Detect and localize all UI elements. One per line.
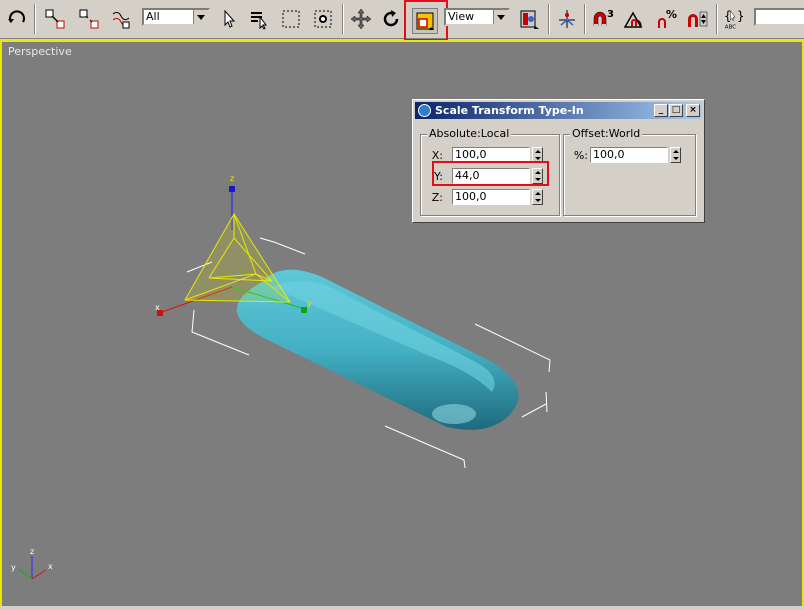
select-and-manipulate-icon[interactable] xyxy=(554,6,580,32)
svg-text:x: x xyxy=(48,562,53,571)
close-button[interactable]: × xyxy=(686,104,700,117)
angle-snap-icon[interactable] xyxy=(622,6,648,32)
toolbar-separator xyxy=(34,4,36,34)
select-and-rotate-icon[interactable] xyxy=(378,6,404,32)
snaps-toggle-icon[interactable]: 3 xyxy=(590,6,616,32)
percent-label: %: xyxy=(573,149,588,162)
offset-world-group: Offset:World %: 100,0 xyxy=(563,128,696,216)
svg-text:3: 3 xyxy=(607,9,614,20)
svg-text:ABC: ABC xyxy=(725,24,737,30)
selection-filter-value: All xyxy=(146,10,160,23)
z-scale-field[interactable]: 100,0 xyxy=(452,189,530,205)
gizmo-z-handle xyxy=(229,186,235,192)
svg-text:z: z xyxy=(30,547,34,556)
scale-transform-type-in-dialog: Scale Transform Type-In _ □ × Absolute:L… xyxy=(412,99,705,223)
rectangular-selection-icon[interactable] xyxy=(278,6,304,32)
dialog-title-bar[interactable]: Scale Transform Type-In _ □ × xyxy=(415,102,702,119)
gizmo-z-label: z xyxy=(230,174,234,183)
y-field-highlight xyxy=(432,161,549,186)
dialog-title: Scale Transform Type-In xyxy=(435,104,584,117)
reference-coordinate-dropdown[interactable]: View xyxy=(444,8,510,26)
bind-space-warp-icon[interactable] xyxy=(108,6,134,32)
chevron-down-icon xyxy=(193,10,208,24)
toolbar-separator xyxy=(716,4,718,34)
absolute-local-label: Absolute:Local xyxy=(427,127,512,140)
app-logo-icon xyxy=(418,104,431,117)
unlink-icon[interactable] xyxy=(76,6,102,32)
select-link-icon[interactable] xyxy=(42,6,68,32)
offset-percent-field[interactable]: 100,0 xyxy=(590,147,668,163)
svg-text:%: % xyxy=(666,8,677,21)
undo-icon[interactable] xyxy=(4,6,30,32)
toolbar-separator xyxy=(342,4,344,34)
svg-text:}: } xyxy=(737,9,745,23)
percent-snap-icon[interactable]: % xyxy=(654,6,680,32)
use-pivot-center-icon[interactable] xyxy=(516,6,542,32)
minimize-button[interactable]: _ xyxy=(654,104,668,117)
chevron-down-icon xyxy=(493,10,508,24)
z-label: Z: xyxy=(431,191,443,204)
window-crossing-icon[interactable] xyxy=(310,6,336,32)
gizmo-y-label: y xyxy=(307,299,312,308)
z-spinner[interactable] xyxy=(532,189,543,205)
offset-percent-spinner[interactable] xyxy=(670,147,681,163)
offset-world-label: Offset:World xyxy=(570,127,643,140)
scale-tool-highlight xyxy=(404,0,448,41)
view-axis-tripod: z x y xyxy=(11,547,53,580)
toolbar-separator xyxy=(584,4,586,34)
select-by-name-icon[interactable] xyxy=(246,6,272,32)
named-selection-set-field[interactable] xyxy=(754,8,804,26)
svg-text:y: y xyxy=(11,563,16,572)
main-toolbar: All View 3 % {} ABC xyxy=(0,0,804,41)
maximize-button[interactable]: □ xyxy=(669,104,683,117)
reference-coordinate-value: View xyxy=(448,10,475,23)
status-strip xyxy=(0,606,804,610)
toolbar-separator xyxy=(548,4,550,34)
select-object-icon[interactable] xyxy=(216,6,242,32)
edit-named-selections-icon[interactable]: {} ABC xyxy=(722,6,748,32)
spinner-snap-icon[interactable] xyxy=(684,6,710,32)
selection-filter-dropdown[interactable]: All xyxy=(142,8,210,26)
gizmo-x-label: x xyxy=(155,303,160,312)
select-and-move-icon[interactable] xyxy=(348,6,374,32)
